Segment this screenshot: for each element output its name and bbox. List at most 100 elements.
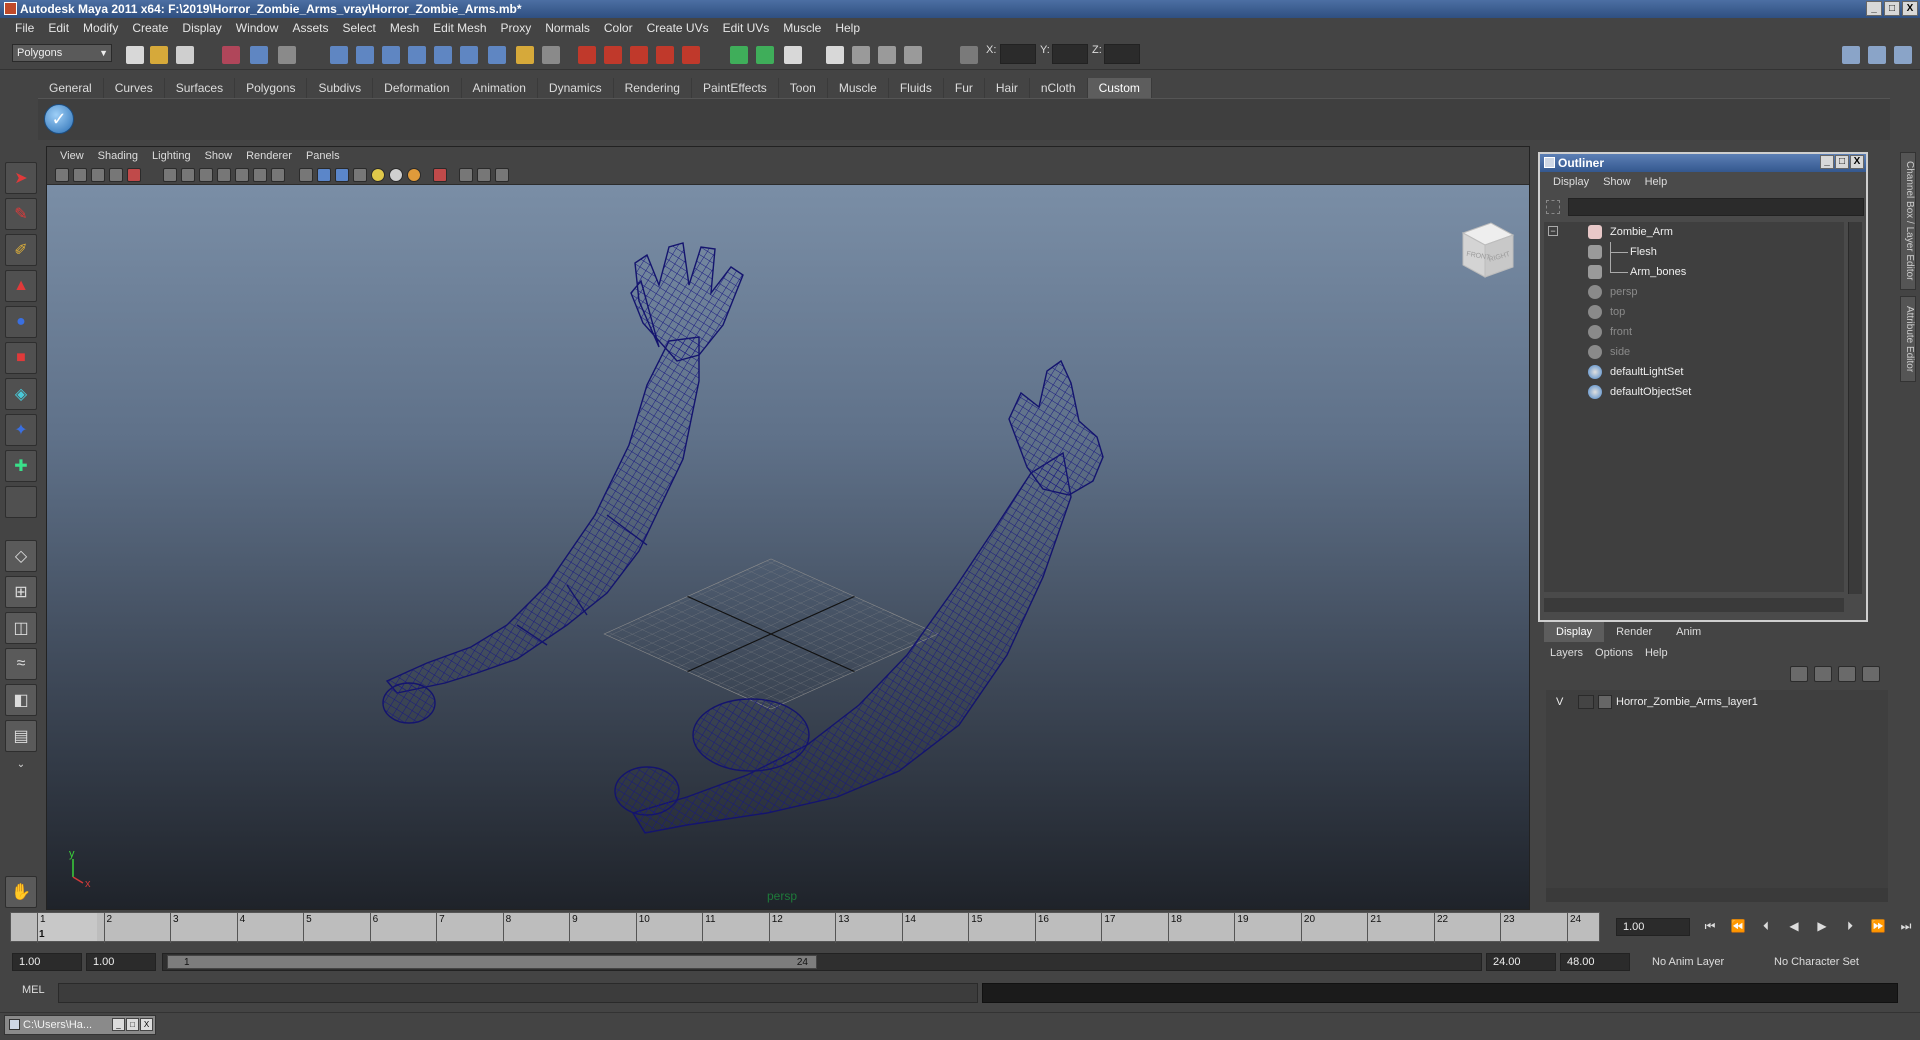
shelf-tab-dynamics[interactable]: Dynamics	[538, 78, 614, 98]
mel-input[interactable]	[58, 983, 978, 1003]
layer-menu-help[interactable]: Help	[1639, 644, 1674, 662]
outliner-maximize-button[interactable]: □	[1835, 155, 1849, 169]
shadows-icon[interactable]	[407, 168, 421, 182]
shelf-tab-curves[interactable]: Curves	[104, 78, 165, 98]
hud-icon[interactable]	[495, 168, 509, 182]
shelf-tab-surfaces[interactable]: Surfaces	[165, 78, 236, 98]
muscle-icon[interactable]: ✋	[5, 876, 37, 908]
menu-select[interactable]: Select	[335, 21, 382, 35]
hypershade-icon[interactable]	[682, 46, 700, 64]
snapshot-icon[interactable]	[878, 46, 896, 64]
outliner-item[interactable]: Flesh	[1544, 242, 1840, 272]
outliner-item[interactable]: Zombie_Arm	[1544, 222, 1840, 242]
render-current-icon[interactable]	[604, 46, 622, 64]
wireframe-on-shaded-icon[interactable]	[335, 168, 349, 182]
show-sidebar-icon[interactable]	[730, 46, 748, 64]
close-button[interactable]: X	[1902, 1, 1918, 16]
shelf-tab-fluids[interactable]: Fluids	[889, 78, 944, 98]
channel-box-tab[interactable]: Channel Box / Layer Editor	[1900, 152, 1916, 290]
step-back-key-icon[interactable]: ⏪	[1728, 916, 1748, 936]
scale-tool-icon[interactable]: ■	[5, 342, 37, 374]
layer-tab-display[interactable]: Display	[1544, 622, 1605, 642]
menu-mesh[interactable]: Mesh	[383, 21, 426, 35]
go-to-end-icon[interactable]: ⏭	[1896, 916, 1916, 936]
four-view-layout-icon[interactable]: ⊞	[5, 576, 37, 608]
current-frame-field[interactable]: 1.00	[1616, 918, 1690, 936]
select-camera-icon[interactable]	[55, 168, 69, 182]
z-field[interactable]	[1104, 44, 1140, 64]
select-object-icon[interactable]	[250, 46, 268, 64]
paint-select-tool-icon[interactable]: ✐	[5, 234, 37, 266]
isolate-select-icon[interactable]	[433, 168, 447, 182]
shelf-tab-ncloth[interactable]: nCloth	[1030, 78, 1088, 98]
all-lights-icon[interactable]	[389, 168, 403, 182]
outliner-menu-display[interactable]: Display	[1546, 176, 1596, 188]
menu-create-uvs[interactable]: Create UVs	[640, 21, 716, 35]
channel-layer-icon[interactable]	[1894, 46, 1912, 64]
menu-assets[interactable]: Assets	[285, 21, 335, 35]
step-back-frame-icon[interactable]: ⏴	[1756, 916, 1776, 936]
menu-edit-mesh[interactable]: Edit Mesh	[426, 21, 493, 35]
outliner-menu-show[interactable]: Show	[1596, 176, 1638, 188]
layer-row[interactable]: V Horror_Zombie_Arms_layer1	[1546, 692, 1888, 712]
outliner-item[interactable]: defaultObjectSet	[1544, 382, 1840, 402]
layer-horizontal-scrollbar[interactable]	[1546, 888, 1888, 902]
render-settings-icon[interactable]	[656, 46, 674, 64]
minimized-window-item[interactable]: C:\Users\Ha... _ □ X	[4, 1015, 156, 1035]
xray-icon[interactable]	[459, 168, 473, 182]
panel-menu-panels[interactable]: Panels	[299, 150, 347, 162]
attribute-editor-tab[interactable]: Attribute Editor	[1900, 296, 1916, 382]
new-empty-layer-icon[interactable]	[1838, 666, 1856, 682]
input-ops-icon[interactable]	[516, 46, 534, 64]
outliner-close-button[interactable]: X	[1850, 155, 1864, 169]
universal-manipulator-icon[interactable]: ◈	[5, 378, 37, 410]
layer-tab-anim[interactable]: Anim	[1664, 622, 1713, 642]
perspective-viewport[interactable]: FRONT RIGHT y x persp	[47, 185, 1529, 909]
tool-settings-icon[interactable]	[1868, 46, 1886, 64]
outliner-horizontal-scrollbar[interactable]	[1544, 598, 1844, 612]
output-ops-icon[interactable]	[542, 46, 560, 64]
panel-menu-show[interactable]: Show	[198, 150, 240, 162]
shelf-tab-animation[interactable]: Animation	[462, 78, 538, 98]
save-scene-icon[interactable]	[176, 46, 194, 64]
layer-visibility-toggle[interactable]: V	[1556, 692, 1563, 712]
hypershade-persp-layout-icon[interactable]: ◧	[5, 684, 37, 716]
y-field[interactable]	[1052, 44, 1088, 64]
shelf-tab-subdivs[interactable]: Subdivs	[307, 78, 374, 98]
shelf-tab-toon[interactable]: Toon	[779, 78, 828, 98]
dope-persp-layout-icon[interactable]: ▤	[5, 720, 37, 752]
menu-window[interactable]: Window	[229, 21, 286, 35]
outliner-menu-help[interactable]: Help	[1638, 176, 1675, 188]
grid-icon[interactable]	[163, 168, 177, 182]
step-forward-frame-icon[interactable]: ⏵	[1840, 916, 1860, 936]
snap-point-icon[interactable]	[382, 46, 400, 64]
batch-render-icon[interactable]	[904, 46, 922, 64]
layer-menu-layers[interactable]: Layers	[1544, 644, 1589, 662]
go-to-start-icon[interactable]: ⏮	[1700, 916, 1720, 936]
resolution-gate-icon[interactable]	[199, 168, 213, 182]
outliner-minimize-button[interactable]: _	[1820, 155, 1834, 169]
filter-icon[interactable]	[1546, 200, 1560, 214]
outliner-vertical-scrollbar[interactable]	[1848, 222, 1862, 594]
rotate-tool-icon[interactable]: ●	[5, 306, 37, 338]
select-hierarchy-icon[interactable]	[222, 46, 240, 64]
step-forward-key-icon[interactable]: ⏩	[1868, 916, 1888, 936]
play-backward-icon[interactable]: ◀	[1784, 916, 1804, 936]
transform-input-icon[interactable]	[960, 46, 978, 64]
animation-start-field[interactable]: 1.00	[12, 953, 82, 971]
playback-start-field[interactable]: 1.00	[86, 953, 156, 971]
anim-layer-select[interactable]: No Anim Layer	[1648, 953, 1758, 971]
x-field[interactable]	[1000, 44, 1036, 64]
animation-end-field[interactable]: 48.00	[1560, 953, 1630, 971]
new-scene-icon[interactable]	[126, 46, 144, 64]
restore-button[interactable]: _	[112, 1018, 125, 1031]
layer-playback-toggle[interactable]	[1578, 695, 1594, 709]
outliner-persp-layout-icon[interactable]: ◫	[5, 612, 37, 644]
new-layer-from-selected-icon[interactable]	[1862, 666, 1880, 682]
make-live-icon[interactable]	[434, 46, 452, 64]
shelf-tab-painteffects[interactable]: PaintEffects	[692, 78, 779, 98]
move-tool-icon[interactable]: ▲	[5, 270, 37, 302]
default-lighting-icon[interactable]	[371, 168, 385, 182]
panel-menu-renderer[interactable]: Renderer	[239, 150, 299, 162]
minimize-button[interactable]: _	[1866, 1, 1882, 16]
